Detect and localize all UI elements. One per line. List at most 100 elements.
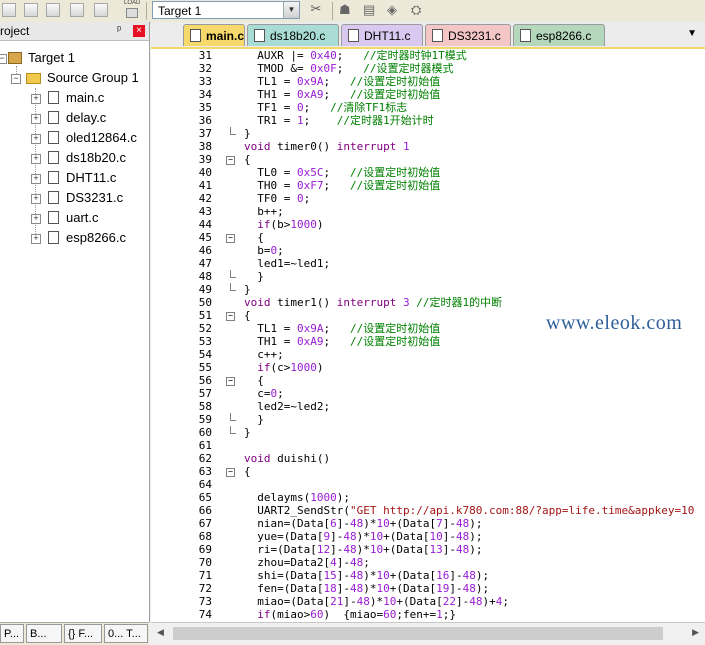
code-line[interactable]: 36 TR1 = 1; //定时器1开始计时 [151,114,705,127]
tree-file[interactable]: + main.c [0,88,149,108]
settings-icon[interactable]: ⛭ [411,2,427,18]
tree-file[interactable]: + ds18b20.c [0,148,149,168]
expand-icon[interactable]: + [31,234,41,244]
tab-main-c[interactable]: main.c [183,24,245,46]
close-icon[interactable]: × [133,25,145,37]
fold-toggle-icon[interactable]: − [226,156,235,165]
code-line[interactable]: 40 TL0 = 0x5C; //设置定时初始值 [151,166,705,179]
code-line[interactable]: 67 nian=(Data[6]-48)*10+(Data[7]-48); [151,517,705,530]
tree-file[interactable]: + uart.c [0,208,149,228]
tab-project[interactable]: P... [0,624,24,643]
tree-file[interactable]: + delay.c [0,108,149,128]
expand-icon[interactable]: + [31,94,41,104]
code-line[interactable]: 57 c=0; [151,387,705,400]
code-line[interactable]: 35 TF1 = 0; //清除TF1标志 [151,101,705,114]
code-line[interactable]: 31 AUXR |= 0x40; //定时器时钟1T模式 [151,49,705,62]
load-button[interactable]: LOAD [122,0,142,20]
horizontal-scrollbar[interactable]: ◀ ▶ [151,622,705,645]
tree-group[interactable]: − Source Group 1 [0,68,149,88]
code-line[interactable]: 34 TH1 = 0xA9; //设置定时初始值 [151,88,705,101]
code-line[interactable]: 55 if(c>1000) [151,361,705,374]
collapse-icon[interactable]: − [11,74,21,84]
code-line[interactable]: 46 b=0; [151,244,705,257]
code-line[interactable]: 61 [151,439,705,452]
tab-templates[interactable]: 0... T... [104,624,148,643]
code-line[interactable]: 73 miao=(Data[21]-48)*10+(Data[22]-48)+4… [151,595,705,608]
pack-icon[interactable]: ◈ [387,2,403,18]
toolbar-icon-4[interactable] [70,3,84,17]
code-line[interactable]: 53 TH1 = 0xA9; //设置定时初始值 [151,335,705,348]
code-line[interactable]: 48 } [151,270,705,283]
code-line[interactable]: 38 void timer0() interrupt 1 [151,140,705,153]
multi-project-icon[interactable]: ▤ [363,2,379,18]
fold-toggle-icon[interactable]: − [226,468,235,477]
code-line[interactable]: 39 −{ [151,153,705,166]
code-line[interactable]: 68 yue=(Data[9]-48)*10+(Data[10]-48); [151,530,705,543]
manage-icon[interactable]: ☗ [339,2,355,18]
code-line[interactable]: 56 − { [151,374,705,387]
code-line[interactable]: 50 void timer1() interrupt 3 //定时器1的中断 [151,296,705,309]
toolbar-icon-3[interactable] [46,3,60,17]
tab-ds3231-c[interactable]: DS3231.c [425,24,511,46]
code-line[interactable]: 43 b++; [151,205,705,218]
code-line[interactable]: 59 } [151,413,705,426]
tree-file[interactable]: + oled12864.c [0,128,149,148]
tab-ds18b20-c[interactable]: ds18b20.c [247,24,339,46]
code-line[interactable]: 42 TF0 = 0; [151,192,705,205]
toolbar-icon-2[interactable] [24,3,38,17]
line-number: 74 [198,608,212,621]
scroll-right-icon[interactable]: ▶ [692,627,699,638]
tab-functions[interactable]: {} F... [64,624,102,643]
expand-icon[interactable]: + [31,214,41,224]
scrollbar-thumb[interactable] [173,627,663,640]
code-line[interactable]: 69 ri=(Data[12]-48)*10+(Data[13]-48); [151,543,705,556]
code-area[interactable]: 31 AUXR |= 0x40; //定时器时钟1T模式 32 TMOD &= 0… [151,49,705,624]
code-line[interactable]: 49} [151,283,705,296]
code-line[interactable]: 60} [151,426,705,439]
tab-list-dropdown-icon[interactable]: ▼ [687,28,697,39]
code-line[interactable]: 41 TH0 = 0xF7; //设置定时初始值 [151,179,705,192]
expand-icon[interactable]: + [31,134,41,144]
code-text: } [244,127,251,140]
code-line[interactable]: 45 − { [151,231,705,244]
code-line[interactable]: 33 TL1 = 0x9A; //设置定时初始值 [151,75,705,88]
chevron-down-icon[interactable]: ▼ [283,2,299,18]
tree-file[interactable]: + esp8266.c [0,228,149,248]
code-line[interactable]: 66 UART2_SendStr("GET http://api.k780.co… [151,504,705,517]
expand-icon[interactable]: + [31,114,41,124]
code-line[interactable]: 63 −{ [151,465,705,478]
code-line[interactable]: 72 fen=(Data[18]-48)*10+(Data[19]-48); [151,582,705,595]
tree-file-label: DHT11.c [66,170,117,185]
fold-toggle-icon[interactable]: − [226,377,235,386]
c-file-icon [48,111,59,124]
fold-toggle-icon[interactable]: − [226,312,235,321]
code-line[interactable]: 62 void duishi() [151,452,705,465]
code-line[interactable]: 71 shi=(Data[15]-48)*10+(Data[16]-48); [151,569,705,582]
pin-icon[interactable]: ᵖ [117,24,121,36]
code-line[interactable]: 37} [151,127,705,140]
toolbar-icon-5[interactable] [94,3,108,17]
tab-esp8266-c[interactable]: esp8266.c [513,24,605,46]
code-line[interactable]: 32 TMOD &= 0x0F; //设置定时器模式 [151,62,705,75]
code-line[interactable]: 65 delayms(1000); [151,491,705,504]
expand-icon[interactable]: + [31,174,41,184]
collapse-icon[interactable]: − [0,54,7,64]
code-line[interactable]: 58 led2=~led2; [151,400,705,413]
expand-icon[interactable]: + [31,194,41,204]
options-icon[interactable]: ✂ [307,1,325,19]
code-line[interactable]: 70 zhou=Data2[4]-48; [151,556,705,569]
tree-file[interactable]: + DHT11.c [0,168,149,188]
code-line[interactable]: 54 c++; [151,348,705,361]
tab-dht11-c[interactable]: DHT11.c [341,24,423,46]
code-line[interactable]: 44 if(b>1000) [151,218,705,231]
tree-file[interactable]: + DS3231.c [0,188,149,208]
expand-icon[interactable]: + [31,154,41,164]
code-line[interactable]: 64 [151,478,705,491]
code-line[interactable]: 74 if(miao>60) {miao=60;fen+=1;} [151,608,705,621]
tab-books[interactable]: B... [26,624,62,643]
fold-toggle-icon[interactable]: − [226,234,235,243]
toolbar-icon-1[interactable] [2,3,16,17]
scroll-left-icon[interactable]: ◀ [157,627,164,638]
code-line[interactable]: 47 led1=~led1; [151,257,705,270]
target-select[interactable]: Target 1 ▼ [152,1,300,19]
